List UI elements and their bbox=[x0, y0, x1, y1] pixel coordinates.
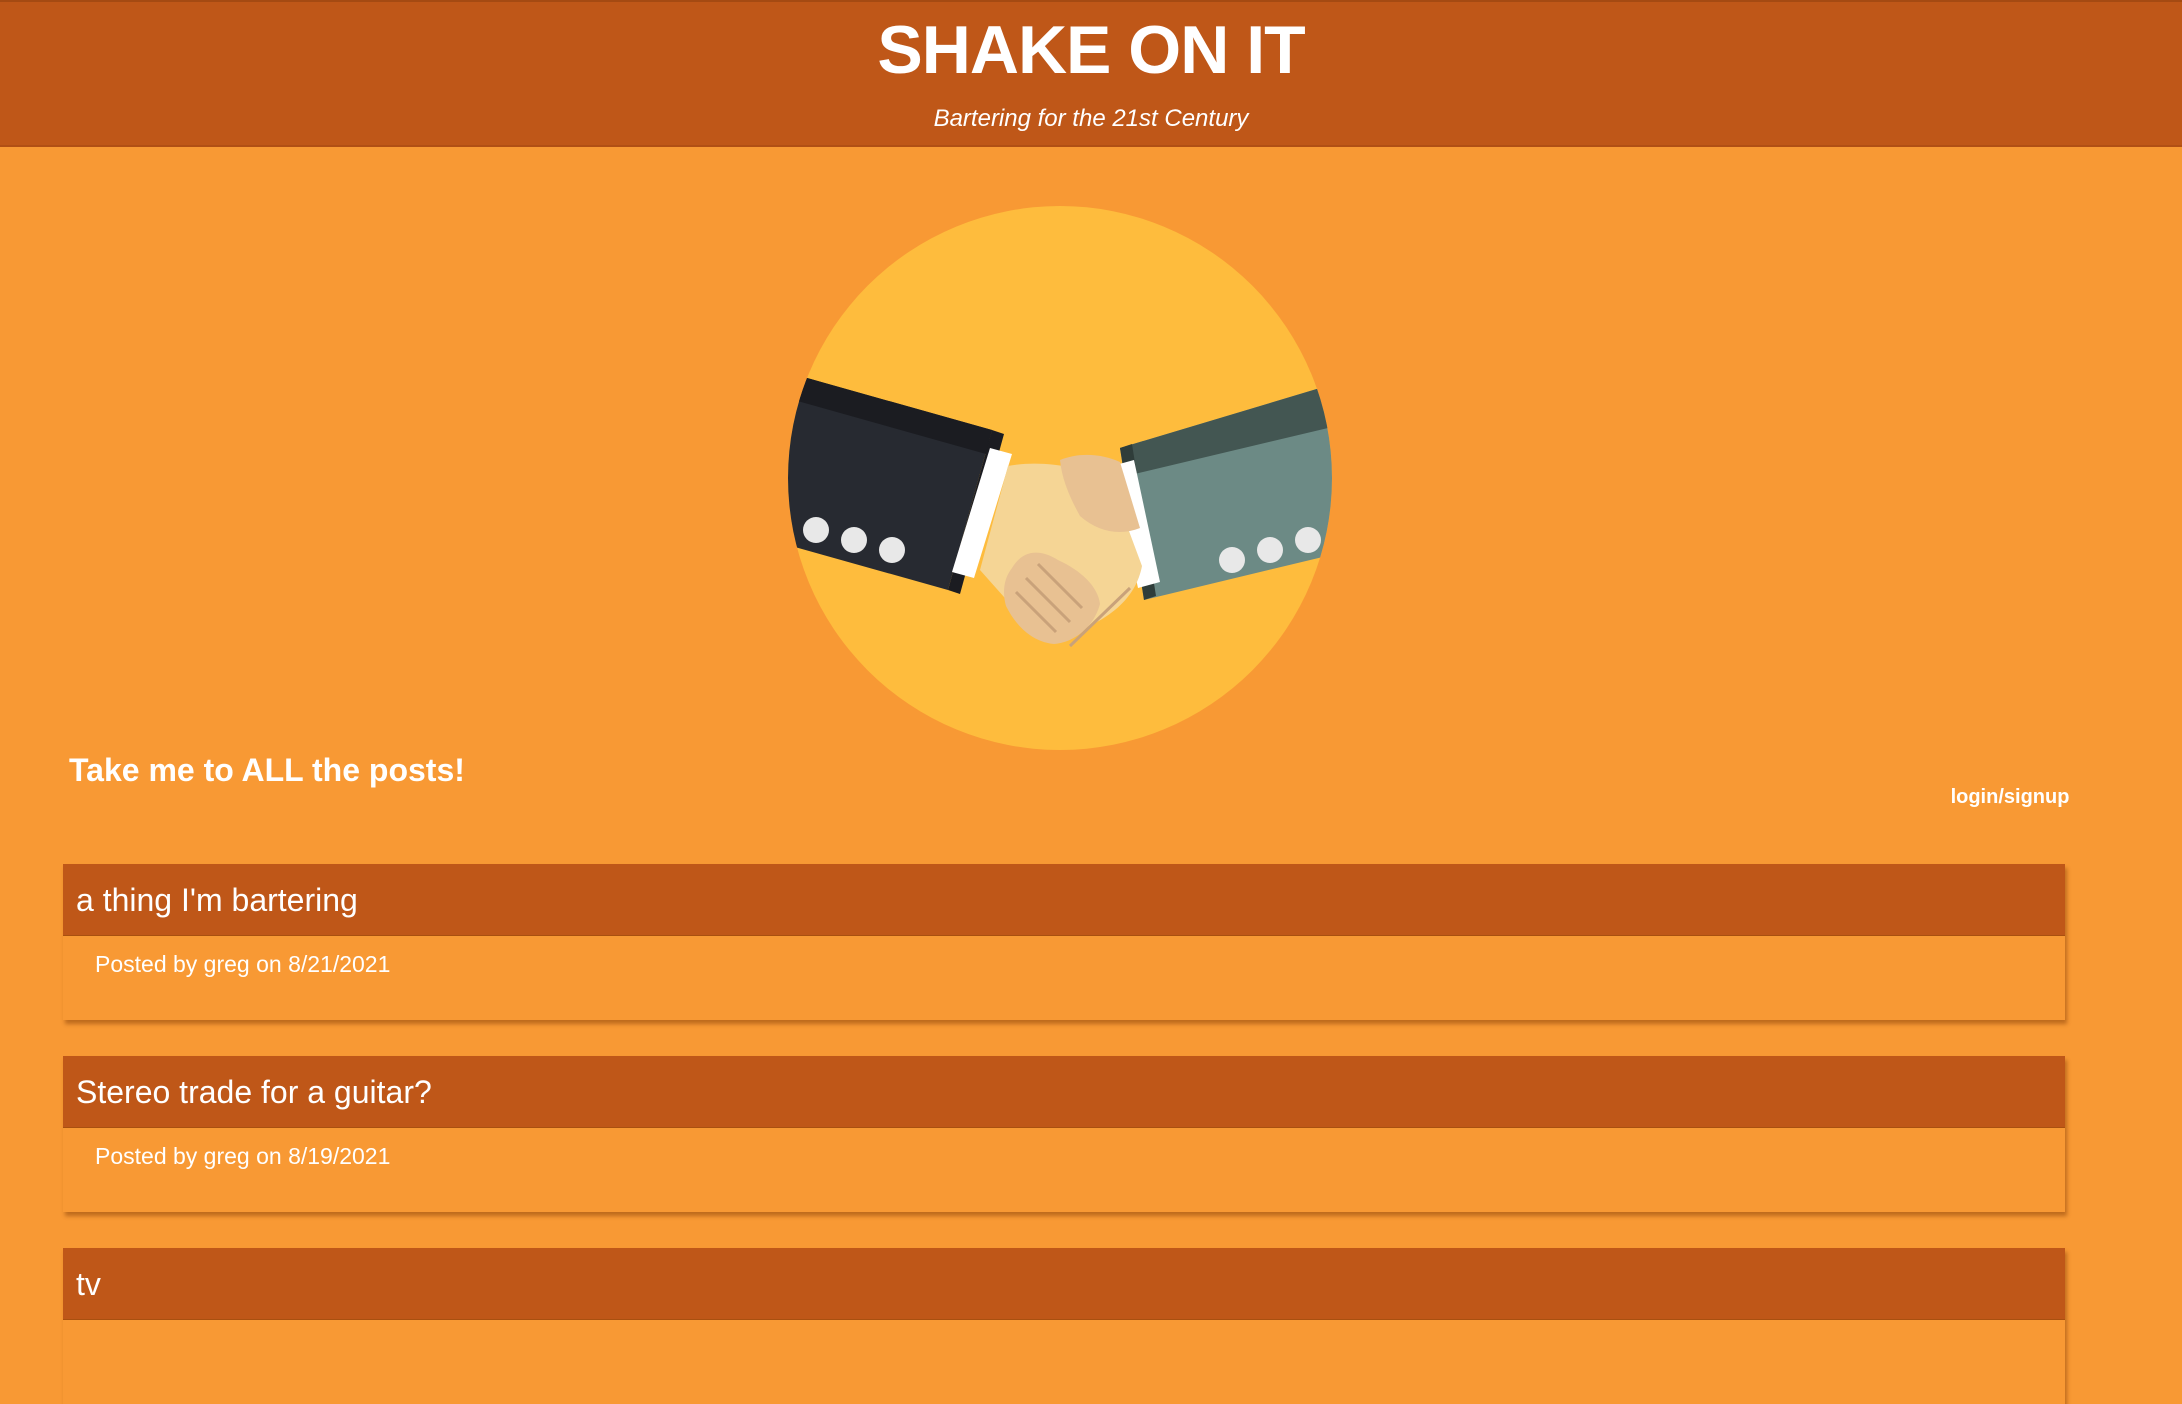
post-card-header: tv bbox=[63, 1248, 2065, 1320]
login-signup-link[interactable]: login/signup bbox=[1940, 784, 2080, 810]
site-header: SHAKE ON IT Bartering for the 21st Centu… bbox=[0, 0, 2182, 147]
post-title[interactable]: a thing I'm bartering bbox=[76, 880, 358, 920]
post-card-header: a thing I'm bartering bbox=[63, 864, 2065, 936]
post-title[interactable]: Stereo trade for a guitar? bbox=[76, 1072, 432, 1112]
all-posts-link[interactable]: Take me to ALL the posts! bbox=[69, 750, 465, 790]
post-card[interactable]: Stereo trade for a guitar? Posted by gre… bbox=[63, 1056, 2065, 1212]
handshake-icon bbox=[788, 206, 1332, 750]
post-meta: Posted by greg on 8/21/2021 bbox=[95, 951, 391, 977]
site-tagline: Bartering for the 21st Century bbox=[933, 105, 1249, 132]
post-title[interactable]: tv bbox=[76, 1264, 101, 1304]
handshake-illustration bbox=[780, 198, 1340, 758]
post-meta: Posted by greg on 8/19/2021 bbox=[95, 1143, 391, 1169]
site-title: SHAKE ON IT bbox=[877, 12, 1305, 88]
post-card[interactable]: tv bbox=[63, 1248, 2065, 1404]
post-card[interactable]: a thing I'm bartering Posted by greg on … bbox=[63, 864, 2065, 1020]
post-card-header: Stereo trade for a guitar? bbox=[63, 1056, 2065, 1128]
